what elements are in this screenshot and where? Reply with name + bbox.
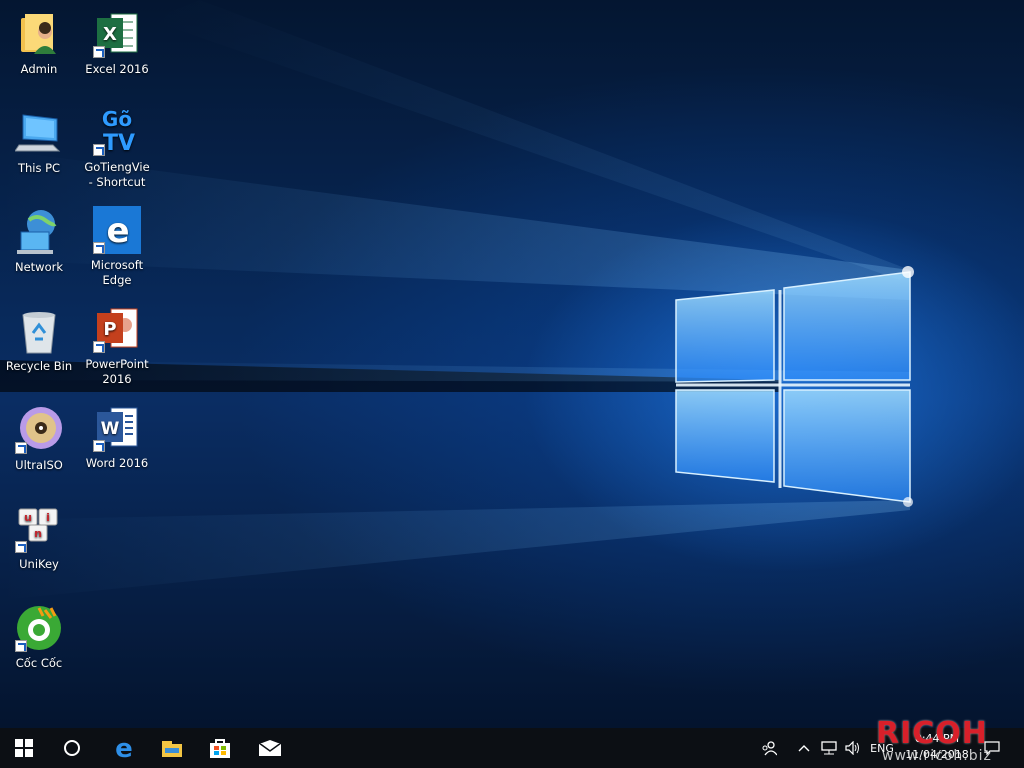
desktop-icon-word[interactable]: W Word 2016	[81, 404, 153, 471]
mail-icon	[258, 740, 282, 756]
icon-label: This PC	[17, 161, 61, 175]
icon-label: Cốc Cốc	[15, 656, 63, 670]
shortcut-arrow-icon	[93, 440, 105, 452]
user-folder-icon	[15, 10, 63, 58]
search-circle-icon	[64, 740, 80, 756]
svg-text:P: P	[103, 319, 116, 340]
taskbar-edge-button[interactable]: e	[100, 728, 148, 768]
icon-label: Network	[14, 260, 64, 274]
shortcut-arrow-icon	[93, 341, 105, 353]
computer-icon	[14, 109, 63, 157]
icon-label: Word 2016	[85, 456, 149, 470]
store-button[interactable]	[196, 728, 244, 768]
shortcut-arrow-icon	[15, 541, 27, 553]
desktop-icon-edge[interactable]: e Microsoft Edge	[81, 206, 153, 288]
coccoc-icon	[15, 604, 63, 652]
chevron-up-icon	[798, 745, 810, 752]
volume-button[interactable]	[842, 728, 864, 768]
svg-text:n: n	[34, 527, 42, 540]
svg-text:Gõ: Gõ	[102, 107, 132, 131]
watermark-site: www.ricoh.biz	[882, 748, 992, 764]
watermark-brand: RICOH	[876, 716, 988, 751]
svg-text:i: i	[46, 511, 50, 524]
desktop-icon-this-pc[interactable]: This PC	[3, 109, 75, 176]
volume-icon	[845, 741, 859, 755]
desktop-icon-gotiengviet[interactable]: Gõ TV GoTiengVie - Shortcut	[81, 104, 153, 190]
shortcut-arrow-icon	[15, 640, 27, 652]
mail-button[interactable]	[246, 728, 294, 768]
network-tray-button[interactable]	[818, 728, 840, 768]
wallpaper-beams	[0, 0, 914, 600]
recycle-bin-icon	[15, 307, 63, 355]
desktop-icon-coccoc[interactable]: Cốc Cốc	[3, 604, 75, 671]
svg-text:u: u	[24, 511, 32, 524]
search-button[interactable]	[48, 728, 96, 768]
desktop-icon-powerpoint[interactable]: P PowerPoint 2016	[81, 305, 153, 387]
icon-label: Recycle Bin	[5, 359, 73, 373]
gotiengviet-icon: Gõ TV	[93, 104, 141, 156]
window-pane-top-left	[675, 289, 775, 383]
people-button[interactable]	[756, 728, 782, 768]
svg-text:e: e	[106, 211, 129, 251]
edge-icon: e	[115, 736, 133, 760]
icon-label: Excel 2016	[85, 62, 149, 76]
desktop-icon-unikey[interactable]: u in UniKey	[3, 505, 75, 572]
folder-icon	[162, 741, 182, 757]
window-pane-bottom-right	[783, 389, 911, 503]
svg-text:TV: TV	[103, 131, 135, 156]
window-pane-bottom-left	[675, 389, 775, 483]
windows-logo-icon	[15, 739, 33, 757]
window-pane-top-right	[783, 271, 911, 381]
edge-icon: e	[93, 206, 141, 254]
shortcut-arrow-icon	[93, 46, 105, 58]
word-icon: W	[93, 404, 141, 452]
icon-label: Microsoft Edge	[90, 258, 144, 287]
disc-icon	[15, 406, 63, 454]
svg-text:X: X	[103, 24, 117, 45]
unikey-icon: u in	[15, 505, 63, 553]
desktop-wallpaper[interactable]: Admin This PC Network Recycle Bin UltraI…	[0, 0, 1024, 728]
powerpoint-icon: P	[93, 305, 141, 353]
desktop-icon-recycle-bin[interactable]: Recycle Bin	[3, 307, 75, 374]
show-hidden-icons-button[interactable]	[794, 728, 814, 768]
people-icon	[762, 741, 777, 756]
icon-label: Admin	[20, 62, 58, 76]
file-explorer-button[interactable]	[148, 728, 196, 768]
desktop-icon-excel[interactable]: X Excel 2016	[81, 10, 153, 77]
svg-text:W: W	[101, 419, 120, 439]
desktop-icon-admin[interactable]: Admin	[3, 10, 75, 77]
network-icon	[15, 208, 63, 256]
network-wired-icon	[821, 741, 837, 755]
store-bag-icon	[210, 739, 230, 758]
shortcut-arrow-icon	[93, 144, 105, 156]
icon-label: PowerPoint 2016	[85, 357, 149, 386]
excel-icon: X	[93, 10, 141, 58]
icon-label: UltraISO	[15, 458, 63, 472]
icon-label: UniKey	[19, 557, 59, 571]
taskbar: e ENG 0:44 PM 11/04/2018	[0, 728, 1024, 768]
shortcut-arrow-icon	[15, 442, 27, 454]
desktop-icon-network[interactable]: Network	[3, 208, 75, 275]
shortcut-arrow-icon	[93, 242, 105, 254]
svg-text:e: e	[115, 736, 133, 760]
start-button[interactable]	[0, 728, 48, 768]
icon-label: GoTiengVie - Shortcut	[84, 160, 150, 189]
desktop-icon-ultraiso[interactable]: UltraISO	[3, 406, 75, 473]
